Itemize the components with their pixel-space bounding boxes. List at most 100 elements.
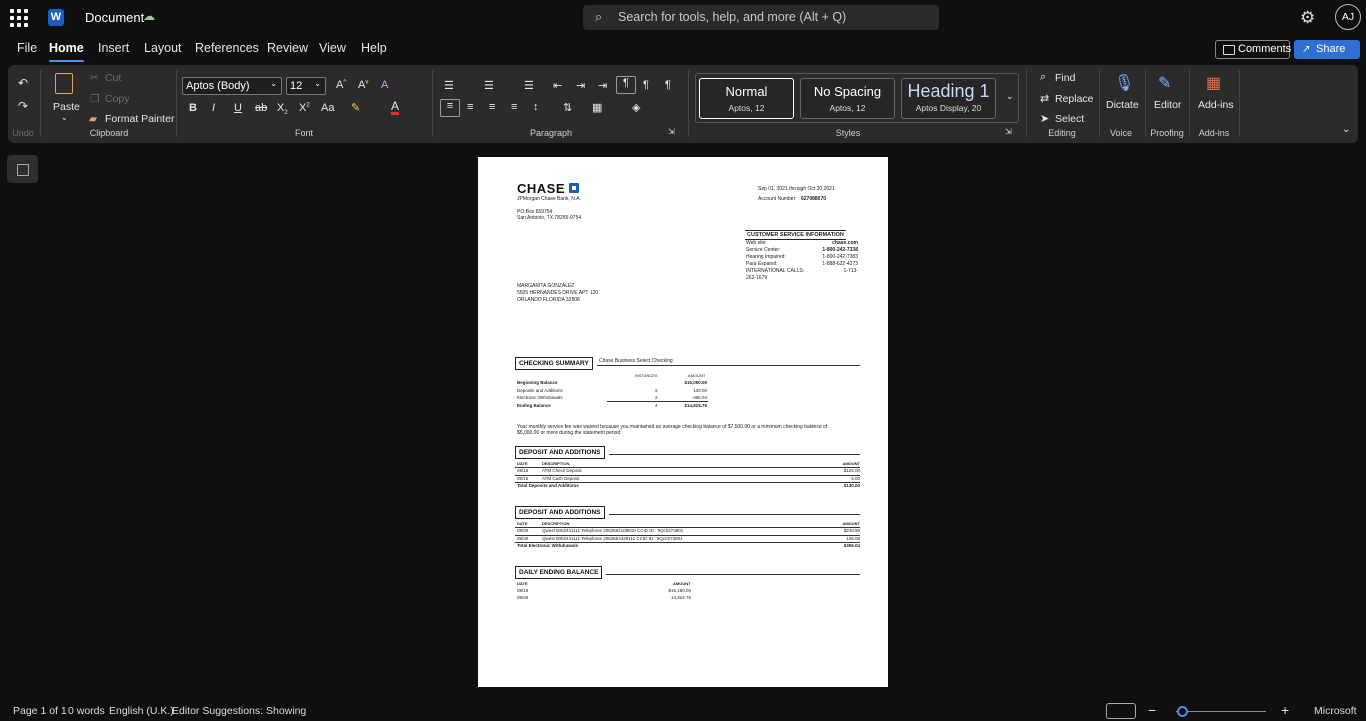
- document-page[interactable]: CHASE JPMorgan Chase Bank, N.A. PO Box 6…: [478, 157, 888, 687]
- navigation-pane-icon[interactable]: [7, 155, 38, 183]
- dictate-button[interactable]: Dictate: [1106, 99, 1139, 111]
- zoom-out-icon[interactable]: −: [1148, 702, 1156, 718]
- paragraph-mark-icon[interactable]: ¶: [665, 79, 671, 91]
- daily-header-date: DATE: [517, 581, 528, 586]
- shading-icon[interactable]: ◈: [632, 101, 640, 114]
- paragraph-launcher-icon[interactable]: ⇲: [668, 127, 675, 136]
- divider: [1026, 70, 1027, 137]
- justify-icon[interactable]: ≡: [511, 101, 517, 113]
- settings-gear-icon[interactable]: ⚙: [1300, 8, 1315, 28]
- account-number: 627088070: [801, 196, 827, 202]
- format-painter-button[interactable]: Format Painter: [105, 113, 174, 125]
- copy-button[interactable]: Copy: [105, 93, 130, 105]
- page-count[interactable]: Page 1 of 1: [13, 705, 67, 717]
- table-total-label: Total Electronic Withdrawals: [517, 543, 579, 548]
- csi-label: Hearing Impaired:: [746, 254, 786, 260]
- cut-button[interactable]: Cut: [105, 72, 121, 84]
- proofing-group-label: Proofing: [1150, 128, 1184, 138]
- style-normal[interactable]: Normal Aptos, 12: [699, 78, 794, 119]
- select-icon[interactable]: ➤: [1040, 112, 1049, 125]
- grow-font-icon[interactable]: A^: [336, 79, 346, 91]
- shrink-font-icon[interactable]: Av: [358, 79, 368, 91]
- csi-label: Para Espanol:: [746, 261, 778, 267]
- tab-insert[interactable]: Insert: [98, 41, 129, 55]
- borders-icon[interactable]: ▦: [592, 101, 602, 114]
- styles-launcher-icon[interactable]: ⇲: [1005, 127, 1012, 136]
- saved-cloud-icon[interactable]: ☁: [143, 9, 155, 23]
- collapse-ribbon-icon[interactable]: ⌄: [1342, 124, 1350, 135]
- zoom-in-icon[interactable]: +: [1281, 702, 1289, 718]
- rtl-icon[interactable]: ¶: [643, 79, 649, 91]
- csi-label: Web site:: [746, 240, 767, 246]
- find-icon[interactable]: ⌕: [1040, 71, 1046, 84]
- strikethrough-icon[interactable]: ab: [255, 102, 267, 114]
- paste-dropdown-icon[interactable]: ⌄: [61, 113, 68, 122]
- style-heading-1[interactable]: Heading 1 Aptos Display, 20: [901, 78, 996, 119]
- paste-button[interactable]: Paste: [53, 101, 80, 113]
- editor-pen-icon[interactable]: ✎: [1158, 73, 1171, 93]
- section-rule: [609, 454, 860, 455]
- underline-icon[interactable]: U: [234, 102, 242, 114]
- tab-review[interactable]: Review: [267, 41, 308, 55]
- zoom-slider-thumb[interactable]: [1177, 706, 1188, 717]
- clear-formatting-icon[interactable]: A: [381, 79, 388, 91]
- ltr-icon[interactable]: ⇥: [598, 79, 607, 92]
- font-color-icon[interactable]: A: [391, 100, 400, 115]
- font-family-select[interactable]: Aptos (Body) ⌄: [182, 77, 282, 95]
- find-button[interactable]: Find: [1055, 72, 1075, 84]
- show-formatting-icon[interactable]: ¶: [616, 76, 636, 94]
- tab-references[interactable]: References: [195, 41, 259, 55]
- document-title[interactable]: Document: [85, 10, 144, 25]
- zoom-slider[interactable]: [1176, 711, 1266, 712]
- replace-icon[interactable]: ⇄: [1040, 92, 1049, 105]
- style-no-spacing[interactable]: No Spacing Aptos, 12: [800, 78, 895, 119]
- align-right-icon[interactable]: ≡: [489, 101, 495, 113]
- multilevel-list-icon[interactable]: ☰: [524, 79, 534, 92]
- editor-button[interactable]: Editor: [1154, 99, 1181, 111]
- line-spacing-icon[interactable]: ↕: [533, 101, 539, 113]
- addins-button[interactable]: Add-ins: [1198, 99, 1234, 111]
- tab-home[interactable]: Home: [49, 41, 84, 62]
- user-avatar[interactable]: AJ: [1335, 4, 1361, 30]
- tab-layout[interactable]: Layout: [144, 41, 182, 55]
- increase-indent-icon[interactable]: ⇥: [576, 79, 585, 92]
- highlight-icon[interactable]: ✎: [351, 101, 360, 114]
- language[interactable]: English (U.K.): [109, 705, 174, 717]
- change-case-icon[interactable]: Aa: [321, 102, 334, 114]
- paste-icon[interactable]: [55, 73, 73, 94]
- align-left-icon[interactable]: ≡: [440, 99, 460, 117]
- redo-icon[interactable]: ↷: [18, 99, 28, 113]
- italic-icon[interactable]: I: [212, 102, 215, 114]
- addins-grid-icon[interactable]: ▦: [1206, 73, 1221, 93]
- tab-help[interactable]: Help: [361, 41, 387, 55]
- tab-view[interactable]: View: [319, 41, 346, 55]
- copy-icon[interactable]: ❐: [90, 93, 99, 105]
- bold-icon[interactable]: B: [189, 102, 197, 114]
- font-size-select[interactable]: 12 ⌄: [286, 77, 326, 95]
- share-button[interactable]: Share: [1294, 40, 1360, 59]
- decrease-indent-icon[interactable]: ⇤: [553, 79, 562, 92]
- replace-button[interactable]: Replace: [1055, 93, 1094, 105]
- cut-icon[interactable]: ✂: [90, 72, 99, 84]
- daily-row-amount: $15,180.00: [668, 588, 691, 593]
- app-launcher-icon[interactable]: [10, 9, 28, 27]
- superscript-icon[interactable]: X2: [299, 102, 310, 114]
- subscript-icon[interactable]: X2: [277, 102, 288, 116]
- comments-button[interactable]: Comments: [1215, 40, 1291, 59]
- bullets-icon[interactable]: ☰: [444, 79, 454, 92]
- undo-icon[interactable]: ↶: [18, 76, 28, 90]
- csi-value: 1-713-: [843, 268, 858, 274]
- search-icon: ⌕: [595, 9, 603, 24]
- print-layout-view-icon[interactable]: [1106, 703, 1136, 719]
- tab-file[interactable]: File: [17, 41, 37, 55]
- select-button[interactable]: Select: [1055, 113, 1084, 125]
- microphone-icon[interactable]: 🎙: [1114, 73, 1134, 93]
- numbering-icon[interactable]: ☰: [484, 79, 494, 92]
- styles-more-icon[interactable]: ⌄: [1006, 91, 1014, 102]
- format-painter-icon[interactable]: ▰: [89, 113, 97, 125]
- editor-suggestions[interactable]: Editor Suggestions: Showing: [172, 705, 306, 717]
- align-center-icon[interactable]: ≡: [467, 101, 473, 113]
- paragraph-spacing-icon[interactable]: ⇅: [563, 101, 572, 114]
- word-count[interactable]: 0 words: [68, 705, 105, 717]
- search-box[interactable]: ⌕ Search for tools, help, and more (Alt …: [583, 5, 939, 30]
